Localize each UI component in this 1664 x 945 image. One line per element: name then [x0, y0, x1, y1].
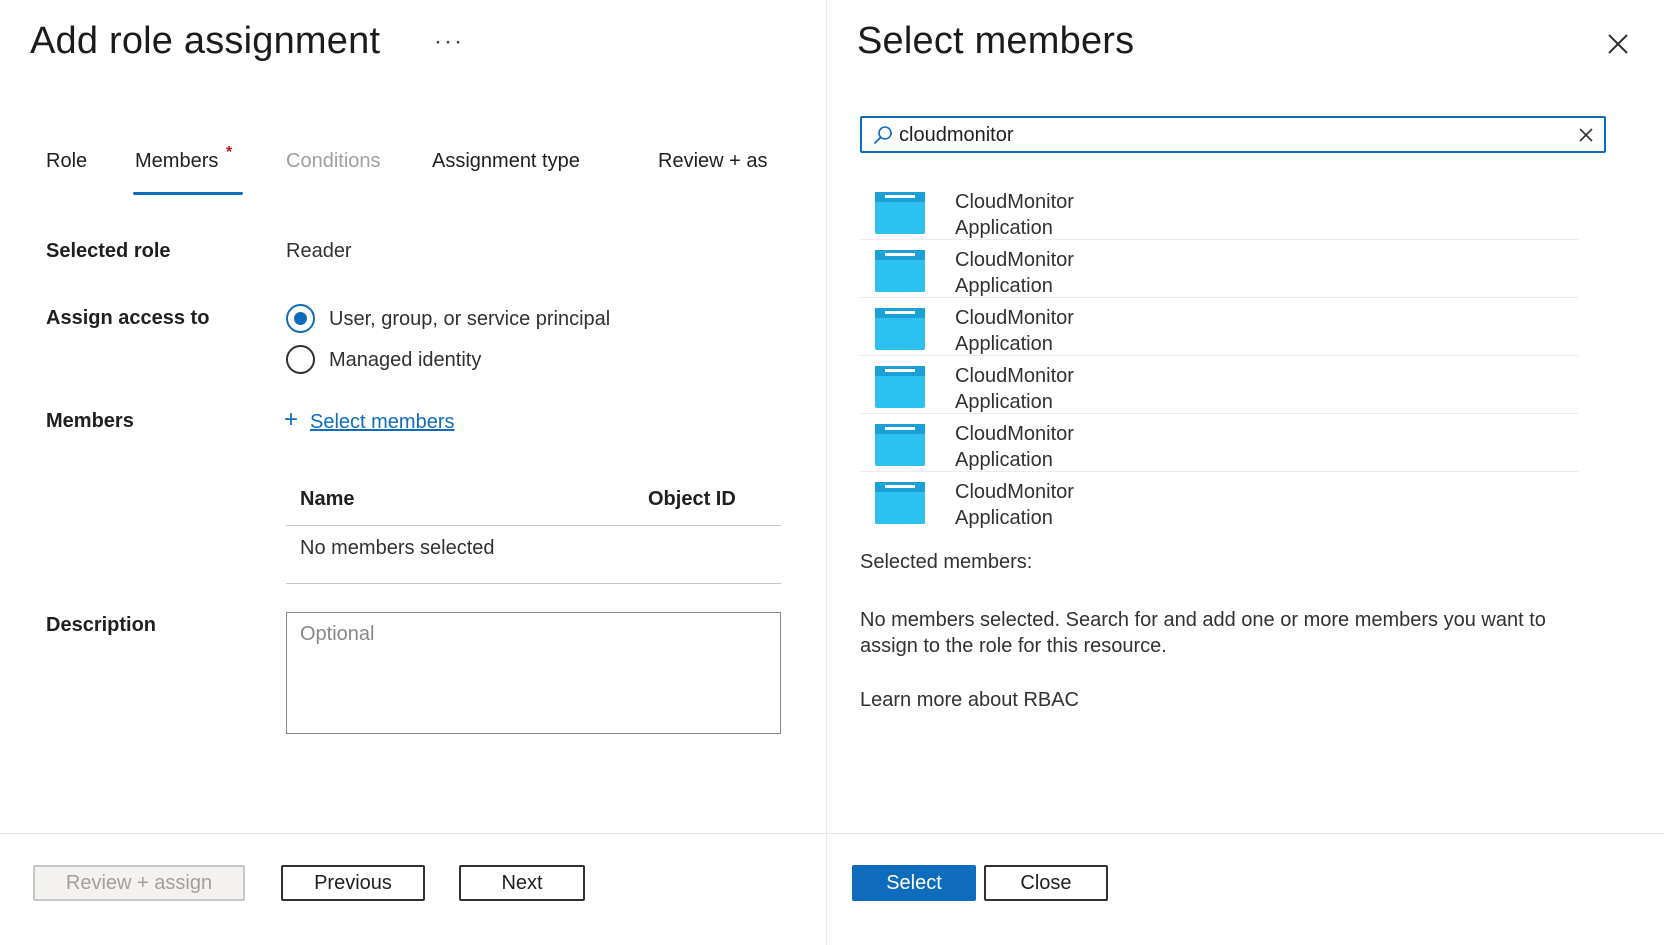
tab-assignment-type[interactable]: Assignment type — [432, 150, 580, 173]
search-box — [860, 116, 1606, 153]
application-icon — [875, 482, 925, 524]
result-type: Application — [955, 391, 1053, 413]
close-icon[interactable] — [1604, 30, 1632, 58]
panel-title: Select members — [857, 20, 1135, 62]
review-assign-button[interactable]: Review + assign — [33, 865, 245, 901]
result-name: CloudMonitor — [955, 365, 1074, 387]
active-tab-indicator — [133, 192, 243, 195]
application-icon — [875, 366, 925, 408]
radio-managed-identity-label[interactable]: Managed identity — [329, 349, 481, 372]
more-options-button[interactable]: ··· — [434, 28, 464, 56]
tab-members[interactable]: Members — [135, 150, 218, 173]
list-item[interactable]: CloudMonitor Application — [860, 472, 1578, 528]
no-selection-message-line2: assign to the role for this resource. — [860, 635, 1167, 657]
previous-button[interactable]: Previous — [281, 865, 425, 901]
result-type: Application — [955, 449, 1053, 471]
search-results-list: CloudMonitor Application CloudMonitor Ap… — [860, 172, 1612, 528]
result-type: Application — [955, 217, 1053, 239]
result-type: Application — [955, 333, 1053, 355]
tab-review-assign[interactable]: Review + as — [658, 150, 768, 173]
selected-members-label: Selected members: — [860, 551, 1033, 573]
tab-role[interactable]: Role — [46, 150, 87, 173]
radio-user-group-sp-label[interactable]: User, group, or service principal — [329, 308, 610, 331]
page-title: Add role assignment — [30, 20, 381, 62]
result-type: Application — [955, 275, 1053, 297]
close-button[interactable]: Close — [984, 865, 1108, 901]
select-button[interactable]: Select — [852, 865, 976, 901]
description-label: Description — [46, 614, 157, 636]
search-icon — [874, 126, 892, 144]
assign-access-label: Assign access to — [46, 307, 210, 329]
result-name: CloudMonitor — [955, 249, 1074, 271]
select-members-link[interactable]: Select members — [310, 411, 455, 434]
tab-members-label: Members — [135, 150, 219, 172]
footer-divider — [0, 833, 1664, 834]
plus-icon[interactable]: + — [284, 406, 298, 434]
selected-role-label: Selected role — [46, 240, 171, 262]
tab-conditions[interactable]: Conditions — [286, 150, 381, 173]
result-name: CloudMonitor — [955, 307, 1074, 329]
selected-role-value: Reader — [286, 240, 352, 262]
select-members-panel: Select members CloudMonitor Application — [826, 0, 1664, 945]
table-empty-message: No members selected — [300, 537, 495, 559]
list-item[interactable]: CloudMonitor Application — [860, 414, 1578, 472]
list-item[interactable]: CloudMonitor Application — [860, 298, 1578, 356]
add-role-assignment-panel: Add role assignment ··· Role Members * C… — [0, 0, 826, 945]
application-icon — [875, 308, 925, 350]
search-input[interactable] — [899, 120, 1559, 150]
result-name: CloudMonitor — [955, 481, 1074, 503]
application-icon — [875, 192, 925, 234]
clear-search-icon[interactable] — [1578, 127, 1594, 143]
radio-managed-identity[interactable] — [286, 345, 315, 374]
next-button[interactable]: Next — [459, 865, 585, 901]
learn-more-rbac-link[interactable]: Learn more about RBAC — [860, 689, 1079, 712]
required-indicator: * — [226, 144, 233, 161]
list-item[interactable]: CloudMonitor Application — [860, 240, 1578, 298]
no-selection-message-line1: No members selected. Search for and add … — [860, 609, 1546, 631]
result-name: CloudMonitor — [955, 191, 1074, 213]
radio-user-group-sp[interactable] — [286, 304, 315, 333]
result-type: Application — [955, 507, 1053, 528]
table-bottom-divider — [286, 583, 781, 584]
column-header-name: Name — [300, 488, 355, 510]
description-input[interactable] — [286, 612, 781, 734]
application-icon — [875, 424, 925, 466]
application-icon — [875, 250, 925, 292]
list-item[interactable]: CloudMonitor Application — [860, 182, 1578, 240]
column-header-object-id: Object ID — [648, 488, 736, 510]
list-item[interactable]: CloudMonitor Application — [860, 356, 1578, 414]
members-label: Members — [46, 410, 134, 432]
result-name: CloudMonitor — [955, 423, 1074, 445]
table-header-divider — [286, 525, 781, 526]
